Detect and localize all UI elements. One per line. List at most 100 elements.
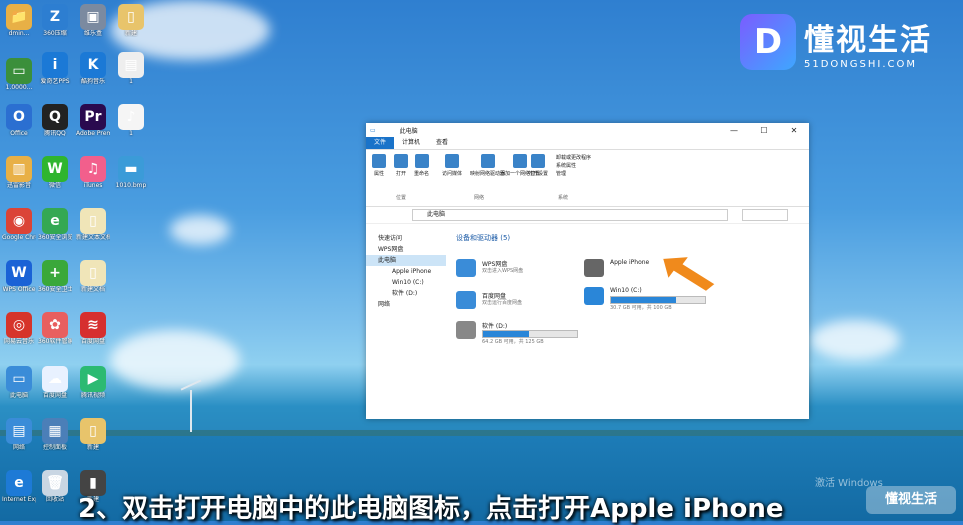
desktop-icon[interactable]: O Office: [2, 104, 36, 137]
desktop-icon[interactable]: ♪ 1: [114, 104, 148, 137]
cloud: [170, 215, 230, 245]
desktop-icon-label: 酷狗音乐: [80, 78, 105, 85]
desktop-icon[interactable]: ▭ 此电脑: [2, 366, 36, 399]
desktop-icon[interactable]: ▣ 维乐盒: [76, 4, 110, 37]
nav-item[interactable]: 快速访问: [366, 233, 446, 244]
nav-item[interactable]: 网络: [366, 299, 446, 310]
close-button[interactable]: ✕: [779, 126, 809, 135]
app-icon: ▦: [42, 418, 68, 444]
app-icon: ▣: [80, 4, 106, 30]
desktop-icon[interactable]: i 爱奇艺PPS: [38, 52, 72, 85]
desktop-icon[interactable]: 📁 dmin...: [2, 4, 36, 37]
desktop-icon[interactable]: ▬ 1010.bmp: [114, 156, 148, 189]
desktop-icon-label: iTunes: [83, 182, 103, 189]
ribbon-tabs: 文件 计算机 查看: [366, 137, 809, 150]
desktop-icon[interactable]: ✿ 360软件管家: [38, 312, 72, 345]
watermark-logo: D 懂视生活 51DONGSHI.COM: [740, 14, 932, 70]
desktop-icon[interactable]: ◎ 网易云音乐: [2, 312, 36, 345]
desktop-icon[interactable]: ◉Google Chrome: [2, 208, 36, 241]
drive-name: Win10 (C:): [610, 287, 642, 294]
ribbon-button[interactable]: 属性: [372, 154, 386, 177]
desktop-icon-label: 新建文档: [80, 286, 105, 293]
drive-icon: [456, 291, 476, 309]
app-icon: ▤: [118, 52, 144, 78]
app-icon: K: [80, 52, 106, 78]
desktop-icon-label: 360压缩: [43, 30, 67, 37]
desktop-icon[interactable]: 🗑 回收站: [38, 470, 72, 503]
nav-item[interactable]: Apple iPhone: [366, 266, 446, 277]
desktop-icon[interactable]: ▯ 新建文本文档: [76, 208, 110, 241]
tab-computer[interactable]: 计算机: [394, 137, 428, 149]
drive-icon: [456, 259, 476, 277]
desktop-icon[interactable]: eInternet Explorer: [2, 470, 36, 503]
desktop-icon[interactable]: ▯ 新建: [76, 418, 110, 451]
app-icon: ◉: [6, 208, 32, 234]
drive-icon: [584, 287, 604, 305]
drive-free-space: 30.7 GB 可用，共 100 GB: [610, 305, 672, 311]
desktop-icon-label: 腾讯QQ: [44, 130, 66, 137]
drive-subtitle: 双击进入WPS网盘: [482, 268, 524, 274]
ribbon-button[interactable]: 重命名: [414, 154, 429, 177]
desktop-icon[interactable]: ▯ 新建: [114, 4, 148, 37]
desktop-icon[interactable]: W WPS Office: [2, 260, 36, 293]
uninstall-programs-button[interactable]: 卸载或更改程序: [556, 154, 591, 162]
app-icon: W: [42, 156, 68, 182]
desktop-icon[interactable]: Q 腾讯QQ: [38, 104, 72, 137]
address-bar[interactable]: 此电脑: [412, 209, 728, 221]
search-box[interactable]: [742, 209, 788, 221]
desktop-icon-label: Office: [10, 130, 28, 137]
tab-view[interactable]: 查看: [428, 137, 456, 149]
desktop-icon[interactable]: +360安全卫士: [38, 260, 72, 293]
desktop-icon[interactable]: PrAdobe Premiere: [76, 104, 110, 137]
desktop-icon[interactable]: ♫ iTunes: [76, 156, 110, 189]
ribbon-button-label: 属性: [373, 171, 384, 177]
desktop-icon[interactable]: e360安全浏览器: [38, 208, 72, 241]
desktop-icon-label: 维乐盒: [83, 30, 102, 37]
desktop-icon-label: 新建文本文档: [76, 234, 110, 241]
maximize-button[interactable]: ☐: [749, 126, 779, 135]
app-icon: O: [6, 104, 32, 130]
manage-button[interactable]: 管理: [556, 170, 591, 178]
nav-item[interactable]: Win10 (C:): [366, 277, 446, 288]
desktop-icon-label: 迅雷影音: [6, 182, 31, 189]
nav-item[interactable]: 此电脑: [366, 255, 446, 266]
desktop-icon-label: 网络: [12, 444, 25, 451]
desktop-icon[interactable]: ▤ 1: [114, 52, 148, 85]
system-properties-button[interactable]: 系统属性: [556, 162, 591, 170]
minimize-button[interactable]: —: [719, 126, 749, 135]
ribbon-button[interactable]: 打开设置: [528, 154, 548, 177]
ribbon-button-label: 打开设置: [528, 171, 549, 177]
drive-subtitle: 双击运行百度网盘: [482, 300, 523, 306]
desktop-icon[interactable]: ≋ 百度网盘: [76, 312, 110, 345]
app-icon: ♪: [118, 104, 144, 130]
app-icon: ▯: [80, 418, 106, 444]
desktop-icon[interactable]: ▭ 1.0000...: [2, 58, 36, 91]
ribbon-button[interactable]: 打开: [394, 154, 408, 177]
ribbon-button[interactable]: 访问媒体: [442, 154, 462, 177]
nav-item[interactable]: WPS网盘: [366, 244, 446, 255]
cloud: [110, 330, 240, 390]
drive-item[interactable]: 百度网盘 双击运行百度网盘: [456, 289, 576, 315]
desktop-icon[interactable]: ▥ 迅雷影音: [2, 156, 36, 189]
nav-item[interactable]: 软件 (D:): [366, 288, 446, 299]
app-icon: Q: [42, 104, 68, 130]
app-icon: ▯: [80, 208, 106, 234]
file-explorer-window[interactable]: ▭ 此电脑 — ☐ ✕ 文件 计算机 查看 卸载或更改程序 系统属性 管理 属性…: [366, 123, 809, 419]
desktop-icon[interactable]: W 微信: [38, 156, 72, 189]
drive-name: 软件 (D:): [482, 323, 508, 330]
desktop-icon[interactable]: K 酷狗音乐: [76, 52, 110, 85]
desktop-icon[interactable]: ▶ 腾讯视频: [76, 366, 110, 399]
ribbon-button-icon: [394, 154, 408, 168]
drive-item[interactable]: 软件 (D:) 64.2 GB 可用，共 125 GB: [456, 319, 578, 345]
desktop-icon[interactable]: ▯ 新建文档: [76, 260, 110, 293]
desktop-icon[interactable]: ☁ 百度网盘: [38, 366, 72, 399]
drive-item[interactable]: WPS网盘 双击进入WPS网盘: [456, 257, 576, 283]
app-icon: W: [6, 260, 32, 286]
desktop-icon[interactable]: ▦ 控制面板: [38, 418, 72, 451]
tab-file[interactable]: 文件: [366, 137, 395, 149]
desktop-icon[interactable]: ▤ 网络: [2, 418, 36, 451]
desktop-icon[interactable]: Z 360压缩: [38, 4, 72, 37]
title-bar[interactable]: ▭ 此电脑 — ☐ ✕: [366, 123, 809, 137]
app-icon: Z: [42, 4, 68, 30]
ribbon-button-icon: [480, 154, 495, 168]
